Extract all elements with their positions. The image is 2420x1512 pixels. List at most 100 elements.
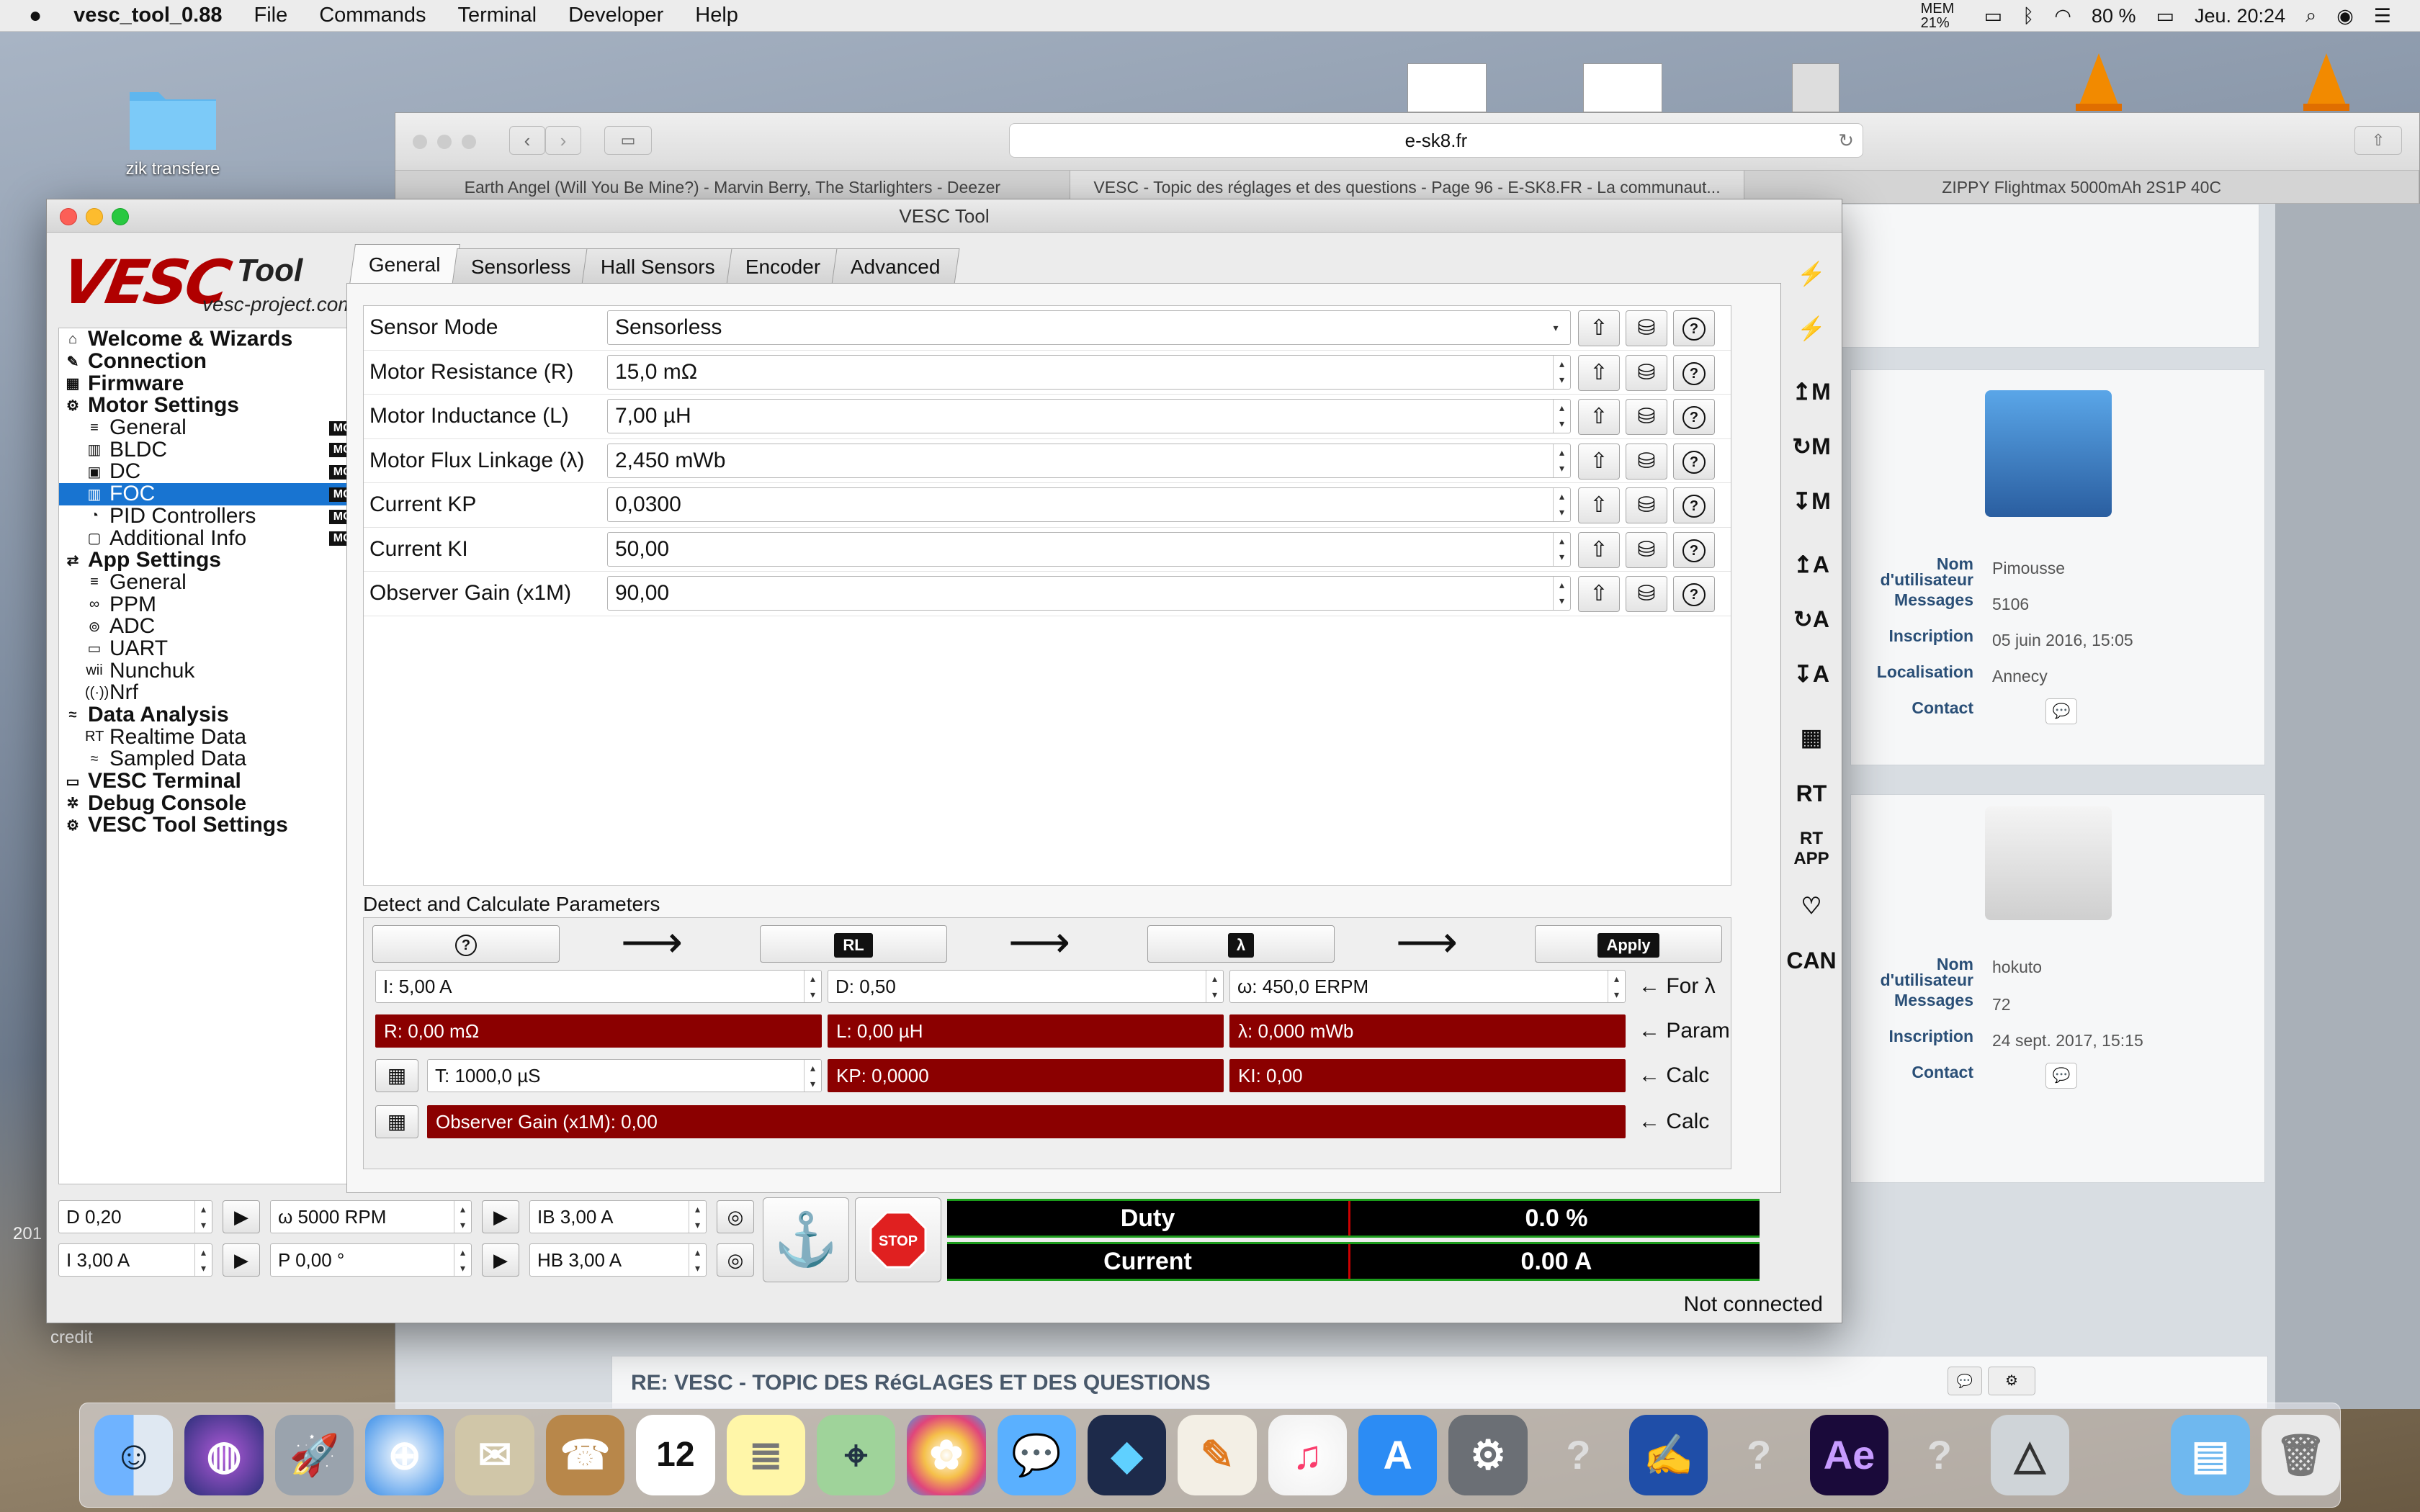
battery-percent[interactable]: 80 % (2092, 5, 2136, 27)
launchpad-icon[interactable]: 🚀 (274, 1415, 354, 1495)
disconnect-icon[interactable]: ⚡ (1785, 303, 1837, 354)
help-icon[interactable]: ? (1673, 443, 1715, 480)
help-icon[interactable]: ? (1673, 576, 1715, 612)
share-icon[interactable]: ⇧ (2354, 126, 2402, 155)
calculator-icon[interactable]: ▦ (375, 1059, 418, 1092)
tree-item[interactable]: ▢Additional InfoMOTOR (59, 526, 385, 550)
chevron-down-icon[interactable]: ▾ (1541, 311, 1570, 344)
tree-item[interactable]: ▭UARTAPP (59, 636, 385, 660)
tree-item[interactable]: ✎ Connection (59, 349, 385, 373)
parameter-value-input[interactable]: 7,00 µH ▴ ▾ (607, 399, 1571, 433)
write-default-icon[interactable]: ⛁ (1626, 487, 1667, 523)
avatar[interactable] (1985, 806, 2112, 920)
battery-icon[interactable]: ▭ (2156, 5, 2174, 27)
maps-icon[interactable]: ⌖ (816, 1415, 896, 1495)
unknown-app-icon[interactable]: ? (1539, 1415, 1618, 1495)
apple-icon[interactable]: ● (29, 4, 42, 28)
message-icon[interactable]: 💬 (2045, 1063, 2077, 1089)
write-default-icon[interactable]: ⛁ (1626, 443, 1667, 480)
spin-arrows-icon[interactable]: ▴ ▾ (1553, 444, 1570, 477)
menu-app-name[interactable]: vesc_tool_0.88 (73, 4, 222, 27)
write-default-icon[interactable]: ⛁ (1626, 399, 1667, 435)
tab-encoder[interactable]: Encoder (726, 248, 840, 284)
tree-item[interactable]: ⇄ App Settings (59, 548, 385, 572)
tree-item[interactable]: ⌂ Welcome & Wizards (59, 327, 385, 351)
siri-icon[interactable]: ◍ (184, 1415, 264, 1495)
system-preferences-icon[interactable]: ⚙ (1448, 1415, 1528, 1495)
connect-icon[interactable]: ⚡ (1785, 248, 1837, 299)
post-title[interactable]: RE: VESC - TOPIC DES RéGLAGES ET DES QUE… (631, 1371, 1211, 1395)
trash-icon[interactable]: 🗑 (2261, 1415, 2340, 1495)
help-button[interactable]: ? (372, 925, 560, 963)
tab-sensorless[interactable]: Sensorless (452, 248, 590, 284)
tree-item[interactable]: ▥FOCMOTOR (59, 482, 385, 505)
write-app-config-icon[interactable]: ↧A (1785, 649, 1837, 699)
duty-input[interactable]: D: 0,50 ▴ ▾ (828, 970, 1224, 1003)
window-close-button[interactable] (413, 135, 427, 149)
tree-item[interactable]: ((·))NrfAPP (59, 680, 385, 704)
parameter-value-input[interactable]: 2,450 mWb ▴ ▾ (607, 443, 1571, 478)
unknown-app-icon[interactable]: ? (1719, 1415, 1798, 1495)
window-zoom-button[interactable] (462, 135, 476, 149)
tree-item[interactable]: ✲ Debug Console (59, 791, 385, 815)
time-constant-input[interactable]: T: 1000,0 µS ▴ ▾ (427, 1059, 822, 1092)
tree-item[interactable]: ∞PPMAPP (59, 593, 385, 616)
write-param-icon[interactable]: ⇧ (1578, 576, 1620, 612)
menu-developer[interactable]: Developer (568, 4, 663, 27)
parameter-value-input[interactable]: 0,0300 ▴ ▾ (607, 487, 1571, 522)
username[interactable]: Pimousse (1992, 559, 2065, 578)
avatar[interactable] (1985, 390, 2112, 517)
menu-terminal[interactable]: Terminal (458, 4, 537, 27)
write-default-icon[interactable]: ⛁ (1626, 310, 1667, 346)
play-icon[interactable]: ▶ (223, 1200, 260, 1233)
write-default-icon[interactable]: ⛁ (1626, 354, 1667, 391)
spin-arrows-icon[interactable]: ▴ ▾ (1553, 400, 1570, 433)
contacts-icon[interactable]: ☎ (545, 1415, 625, 1495)
memory-status[interactable]: MEM 21% (1921, 1, 1964, 30)
write-motor-config-icon[interactable]: ↧M (1785, 476, 1837, 526)
desktop-folder[interactable]: zik transfere (108, 79, 238, 179)
write-param-icon[interactable]: ⇧ (1578, 443, 1620, 480)
airplay-icon[interactable]: ▭ (1984, 5, 2003, 27)
app-store-icon[interactable]: A (1358, 1415, 1438, 1495)
tree-item[interactable]: ▥BLDCMOTOR (59, 438, 385, 462)
mail-icon[interactable]: ✉ (455, 1415, 534, 1495)
spotlight-search-icon[interactable]: ⌕ (2305, 4, 2316, 27)
sidebar-icon[interactable]: ▭ (604, 126, 652, 155)
help-icon[interactable]: ? (1673, 399, 1715, 435)
kodi-icon[interactable]: ◆ (1087, 1415, 1167, 1495)
vlc-icon[interactable] (2073, 50, 2125, 112)
parameter-value-input[interactable]: 15,0 mΩ ▴ ▾ (607, 354, 1571, 390)
play-icon[interactable]: ▶ (223, 1243, 260, 1277)
detect-rl-button[interactable]: RL (760, 925, 947, 963)
downloads-folder-icon[interactable]: ▤ (2171, 1415, 2250, 1495)
vesc-tool-dock-icon[interactable]: △ (1990, 1415, 2069, 1495)
heartbeat-icon[interactable]: ♡ (1785, 881, 1837, 931)
address-bar[interactable]: e-sk8.fr ↻ (1009, 123, 1863, 158)
handbrake-current-input[interactable]: HB 3,00 A ▴ ▾ (529, 1243, 707, 1277)
tree-item[interactable]: ≈ Data Analysis (59, 703, 385, 726)
itunes-icon[interactable]: ♫ (1268, 1415, 1348, 1495)
back-icon[interactable]: ‹ (509, 126, 545, 155)
photos-icon[interactable]: ✿ (907, 1415, 986, 1495)
menu-file[interactable]: File (254, 4, 287, 27)
tab-advanced[interactable]: Advanced (831, 248, 960, 284)
help-icon[interactable]: ? (1673, 354, 1715, 391)
tab-hall-sensors[interactable]: Hall Sensors (581, 248, 735, 284)
detect-lambda-button[interactable]: λ (1147, 925, 1335, 963)
spin-arrows-icon[interactable]: ▴ ▾ (1553, 532, 1570, 566)
parameter-value-input[interactable]: 90,00 ▴ ▾ (607, 576, 1571, 611)
position-set-input[interactable]: P 0,00 ° ▴ ▾ (270, 1243, 472, 1277)
realtime-data-icon[interactable]: RT (1785, 768, 1837, 819)
play-icon[interactable]: ▶ (482, 1200, 519, 1233)
tree-item[interactable]: RT Realtime Data (59, 725, 385, 749)
siri-icon[interactable]: ◉ (2336, 5, 2354, 27)
desktop-thumbnail[interactable] (1792, 63, 1839, 112)
write-param-icon[interactable]: ⇧ (1578, 531, 1620, 568)
keyboard-control-icon[interactable]: ▦ (1785, 712, 1837, 762)
write-param-icon[interactable]: ⇧ (1578, 310, 1620, 346)
messages-icon[interactable]: 💬 (997, 1415, 1076, 1495)
handbrake-icon[interactable]: ◎ (717, 1243, 754, 1277)
write-default-icon[interactable]: ⛁ (1626, 531, 1667, 568)
tree-item[interactable]: ≈ Sampled Data (59, 747, 385, 770)
